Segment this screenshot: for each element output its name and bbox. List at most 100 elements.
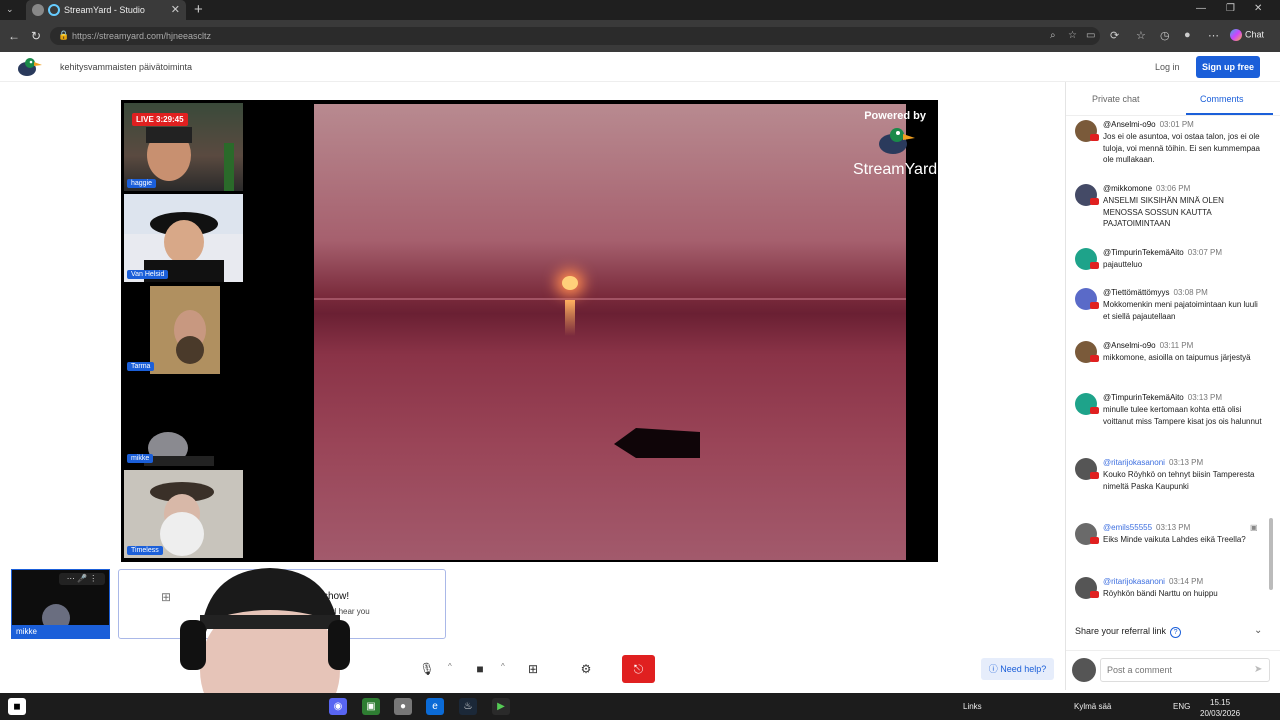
help-button[interactable]: ⓘ Need help?	[981, 658, 1054, 680]
comment-text: minulle tulee kertomaan kohta että olisi…	[1103, 405, 1262, 426]
participant-cam-4[interactable]: mikke	[124, 378, 243, 466]
language-indicator[interactable]: ENG	[1173, 702, 1190, 711]
comment-author: @Tiettömättömyys	[1103, 288, 1170, 297]
show-on-stream-icon[interactable]: ▣	[1250, 523, 1258, 532]
participant-photo	[144, 432, 214, 466]
close-tab-icon[interactable]: ✕	[171, 3, 180, 16]
comment-text: mikkomone, asioilla on taipumus järjesty…	[1103, 353, 1251, 362]
broadcast-title: kehitysvammaisten päivätoiminta	[60, 62, 193, 72]
signup-button[interactable]: Sign up free	[1196, 56, 1260, 78]
workspace-icon	[32, 4, 44, 16]
comment-author: @TimpurinTekemäAito	[1103, 248, 1184, 257]
camera-icon[interactable]: ■	[467, 656, 493, 682]
comment-time: 03:11 PM	[1159, 341, 1194, 350]
extensions-icon[interactable]: ⟳	[1110, 29, 1119, 42]
comment-author: @ritarijokasanoni	[1103, 458, 1165, 467]
camera-options-chevron-icon[interactable]: ^	[501, 662, 505, 671]
links-toolbar[interactable]: Links	[963, 702, 982, 711]
clock[interactable]: 15.15 20/03/2026	[1200, 697, 1240, 719]
youtube-icon	[1090, 472, 1099, 479]
tab-menu-icon[interactable]: ⌄	[6, 4, 20, 16]
back-icon[interactable]: ←	[8, 29, 20, 43]
self-cam-name: mikke	[12, 625, 109, 638]
comment-time: 03:06 PM	[1156, 184, 1191, 193]
favorites-icon[interactable]: ☆	[1136, 29, 1146, 42]
history-icon[interactable]: ◷	[1160, 29, 1170, 42]
main-video-sunset	[314, 104, 906, 560]
chat-tabs: Private chat Comments	[1066, 82, 1280, 116]
tab-private-chat[interactable]: Private chat	[1092, 94, 1140, 104]
close-window-icon[interactable]: ✕	[1254, 3, 1262, 14]
start-icon[interactable]: ◼	[8, 698, 26, 715]
self-camera-preview[interactable]: ⋯ 🎤 ⋮ mikke	[11, 569, 110, 639]
mic-options-chevron-icon[interactable]: ^	[448, 662, 452, 671]
more-icon[interactable]: ⋯	[1208, 29, 1219, 42]
youtube-icon	[1090, 407, 1099, 414]
sun-reflection	[565, 300, 575, 336]
comment-text: pajautteluo	[1103, 260, 1143, 269]
copilot-chat-button[interactable]: Chat	[1230, 29, 1264, 41]
share-screen-icon[interactable]: ⊞	[520, 656, 546, 682]
login-link[interactable]: Log in	[1155, 62, 1180, 72]
youtube-icon	[1090, 302, 1099, 309]
referral-label: Share your referral link	[1075, 626, 1167, 636]
zoom-icon[interactable]: ⌕	[1050, 30, 1056, 41]
chat-label: Chat	[1245, 29, 1265, 40]
comment-header: @Anselmi-o9o 03:11 PM	[1103, 341, 1193, 350]
live-badge: LIVE 3:29:45	[132, 113, 188, 126]
boat-silhouette	[614, 428, 700, 458]
send-icon[interactable]: ➤	[1254, 664, 1262, 675]
profile-icon[interactable]: ●	[1184, 29, 1191, 41]
youtube-icon	[1090, 134, 1099, 141]
app-icon[interactable]: ▣	[362, 698, 380, 715]
participant-cam-1[interactable]: LIVE 3:29:45 haggie	[124, 103, 243, 191]
edge-icon[interactable]: e	[426, 698, 444, 715]
new-tab-icon[interactable]: +	[194, 1, 203, 18]
participant-cam-2[interactable]: Van Helsid	[124, 194, 243, 282]
app-icon[interactable]: ●	[394, 698, 412, 715]
stage: LIVE 3:29:45 haggie Van Helsid Tarma mik…	[121, 100, 938, 562]
url-field[interactable]: 🔒 https://streamyard.com/hjneeascltz ⌕ ☆…	[50, 27, 1100, 45]
favorite-icon[interactable]: ☆	[1068, 30, 1077, 41]
comment-author: @ritarijokasanoni	[1103, 577, 1165, 586]
restore-icon[interactable]: ❐	[1226, 3, 1235, 14]
comment-text: ANSELMI SIKSIHÄN MINÄ OLEN MENOSSA SOSSU…	[1103, 196, 1224, 228]
browser-tab[interactable]: StreamYard - Studio ✕	[26, 0, 186, 20]
comment-composer: ➤	[1066, 650, 1280, 690]
steam-icon[interactable]: ♨	[459, 698, 477, 715]
comment-text: Röyhkön bändi Narttu on huippu	[1103, 589, 1218, 598]
comment-text: Jos ei ole asuntoa, voi ostaa talon, jos…	[1103, 132, 1260, 164]
microphone-icon[interactable]: 🎙	[414, 656, 440, 682]
help-label: Need help?	[1000, 664, 1047, 674]
powered-brand: StreamYard	[853, 161, 938, 178]
app-icon[interactable]: ▶	[492, 698, 510, 715]
address-bar-row: ← ↻ 🔒 https://streamyard.com/hjneeascltz…	[0, 20, 1280, 52]
participant-cam-5[interactable]: Timeless	[124, 470, 243, 558]
participant-name: mikke	[127, 454, 154, 463]
comment-input[interactable]	[1100, 658, 1270, 682]
chevron-down-icon[interactable]: ⌄	[1254, 625, 1262, 636]
leave-studio-button[interactable]: ⎋	[622, 655, 655, 683]
add-icon: ⊞	[161, 590, 172, 604]
tab-comments[interactable]: Comments	[1200, 94, 1244, 104]
participant-name: haggie	[127, 179, 157, 188]
participant-photo	[124, 194, 243, 282]
participant-cam-3[interactable]: Tarma	[124, 286, 243, 374]
referral-link-toggle[interactable]: Share your referral link?	[1075, 626, 1182, 638]
streamyard-logo-icon[interactable]	[16, 56, 42, 78]
weather-widget[interactable]: Kylmä sää	[1074, 702, 1111, 711]
discord-icon[interactable]: ◉	[329, 698, 347, 715]
comment-header: @TimpurinTekemäAito 03:13 PM	[1103, 393, 1222, 402]
comment-time: 03:08 PM	[1173, 288, 1208, 297]
info-icon: ?	[1170, 627, 1182, 638]
youtube-icon	[1090, 537, 1099, 544]
youtube-icon	[1090, 198, 1099, 205]
refresh-icon[interactable]: ↻	[31, 29, 41, 43]
comment-author: @emils55555	[1103, 523, 1153, 532]
scroll-thumb[interactable]	[1269, 518, 1273, 590]
reader-icon[interactable]: ▭	[1086, 30, 1095, 41]
minimize-icon[interactable]: —	[1196, 3, 1206, 14]
comment-header: @Anselmi-o9o 03:01 PM	[1103, 120, 1194, 129]
settings-icon[interactable]: ⚙	[573, 656, 599, 682]
chat-scrollbar[interactable]	[1269, 120, 1273, 590]
